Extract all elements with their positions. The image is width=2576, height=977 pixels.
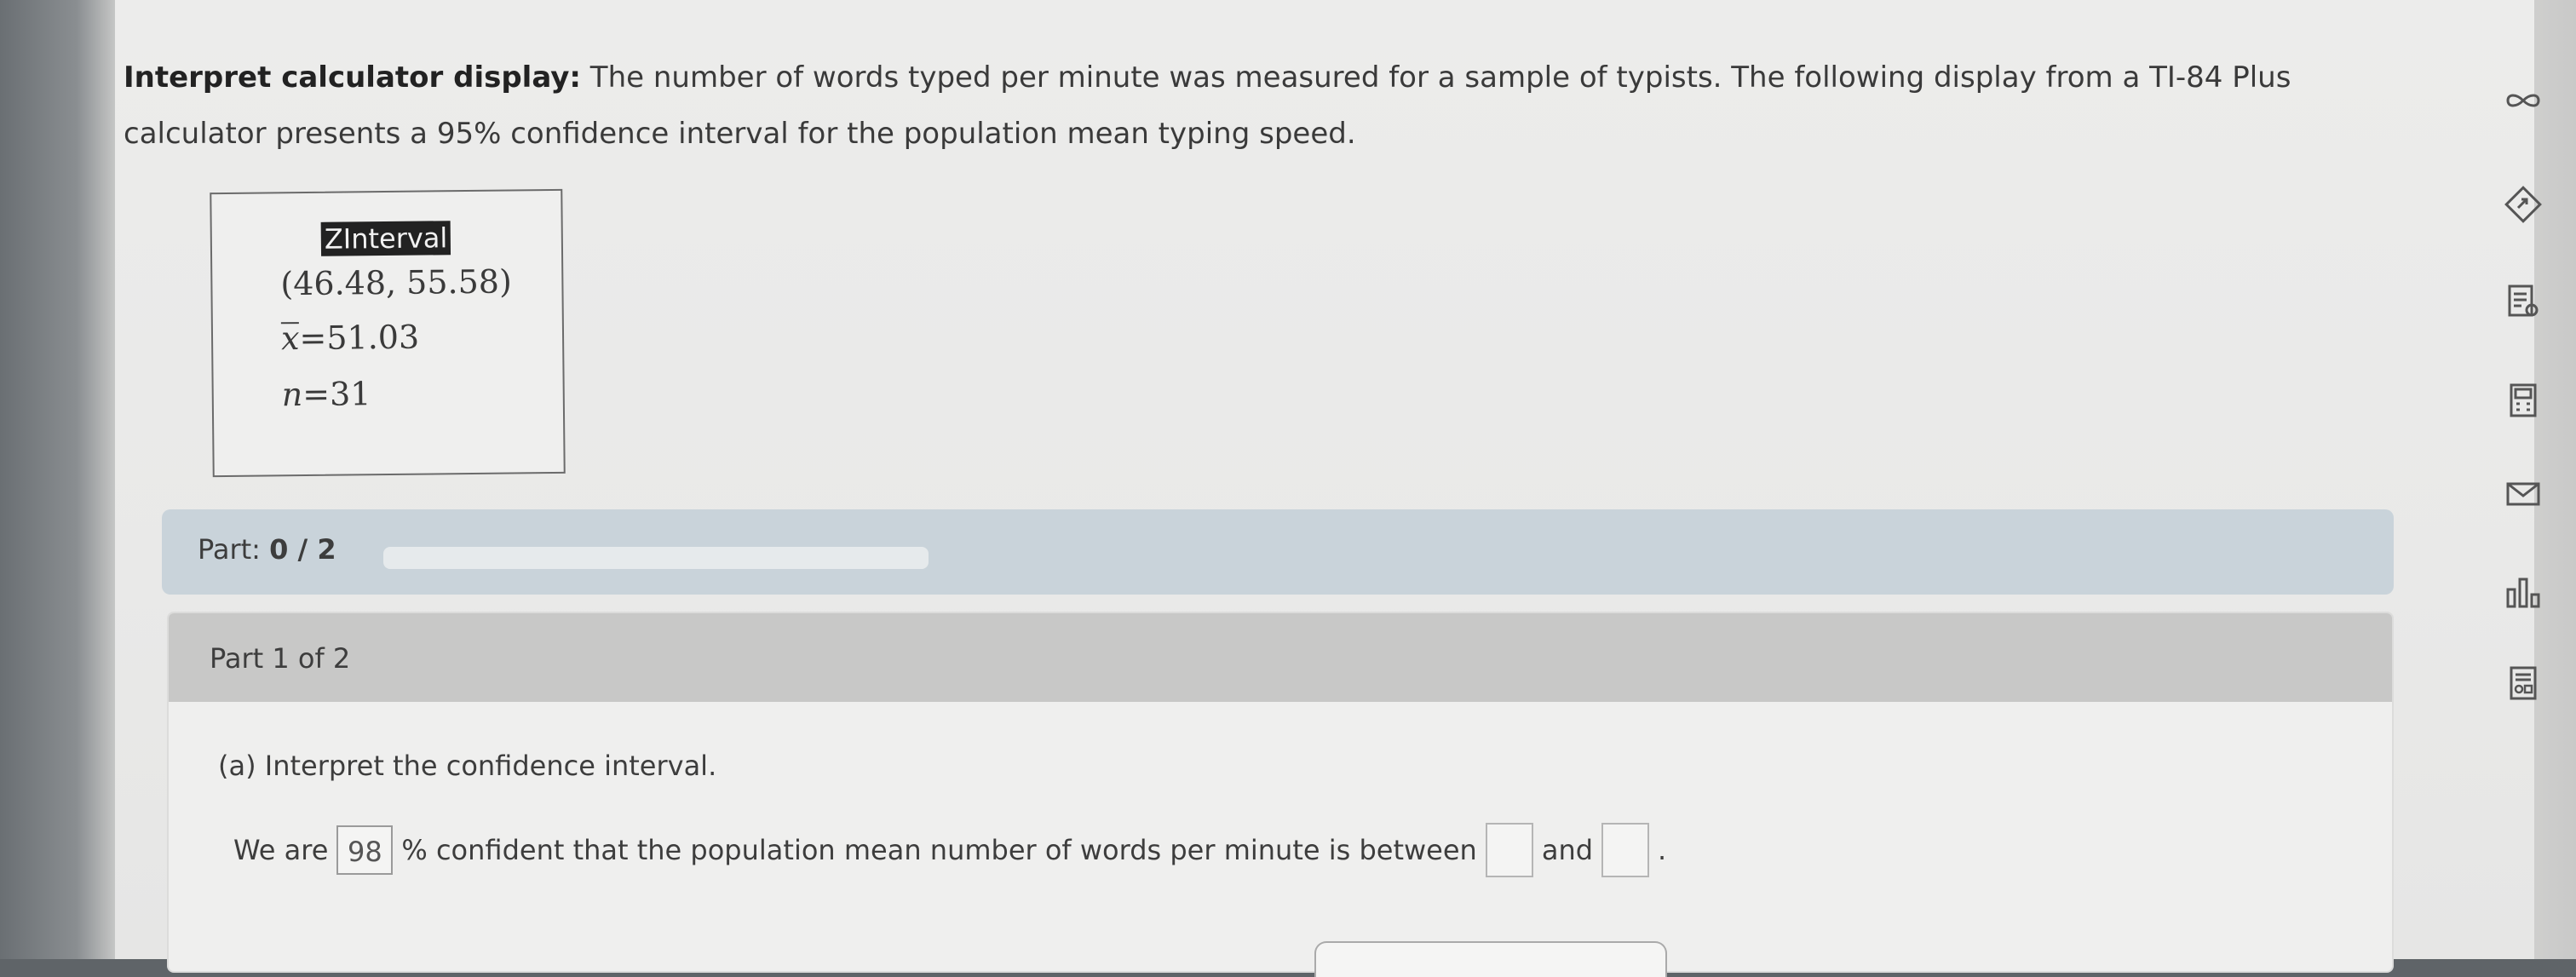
answer-and: and: [1541, 834, 1594, 866]
textbook-icon[interactable]: [2499, 278, 2547, 325]
sample-size-line: n=31: [282, 375, 371, 413]
chart-icon[interactable]: [2499, 569, 2547, 617]
confidence-level-input[interactable]: 98: [336, 825, 394, 875]
xbar-symbol: x: [280, 319, 300, 358]
part-progress-label: Part: 0 / 2: [198, 533, 336, 566]
part-progress-track: [383, 547, 929, 569]
check-button[interactable]: [1314, 941, 1667, 977]
xbar-value: =51.03: [299, 318, 420, 358]
interval-line: (46.48, 55.58): [280, 262, 512, 303]
part-header-label: Part 1 of 2: [210, 642, 351, 675]
answer-end: .: [1658, 834, 1667, 866]
message-icon[interactable]: [2499, 470, 2547, 518]
problem-lead: Interpret calculator display:: [124, 60, 581, 95]
part-progress-total: 2: [317, 533, 336, 566]
upper-bound-input[interactable]: [1601, 823, 1650, 877]
question-text: (a) Interpret the confidence interval.: [218, 750, 717, 782]
n-value: =31: [302, 375, 371, 414]
part-card-header: Part 1 of 2: [169, 613, 2392, 702]
data-icon[interactable]: [2499, 659, 2547, 707]
calculator-icon[interactable]: [2499, 376, 2547, 424]
sample-mean-line: x=51.03: [281, 319, 420, 358]
part-card: Part 1 of 2 (a) Interpret the confidence…: [169, 613, 2392, 977]
tutorial-icon[interactable]: [2499, 181, 2547, 228]
answer-prefix: We are: [233, 834, 329, 866]
infinity-icon[interactable]: [2499, 77, 2547, 124]
screen: Interpret calculator display: The number…: [0, 0, 2576, 977]
answer-middle: % confident that the population mean num…: [401, 834, 1477, 866]
part-progress-separator: /: [288, 533, 318, 566]
problem-statement: Interpret calculator display: The number…: [124, 49, 2441, 162]
lower-bound-input[interactable]: [1485, 823, 1533, 877]
n-symbol: n: [281, 376, 303, 414]
part-progress-bar: Part: 0 / 2: [162, 509, 2394, 595]
part-progress-prefix: Part:: [198, 533, 270, 566]
answer-row: We are 98 % confident that the populatio…: [228, 823, 1671, 877]
calculator-title: ZInterval: [320, 221, 451, 256]
part-progress-current: 0: [269, 533, 289, 566]
calculator-display: ZInterval (46.48, 55.58) x=51.03 n=31: [210, 188, 566, 478]
tools-sidebar: [2487, 0, 2576, 959]
